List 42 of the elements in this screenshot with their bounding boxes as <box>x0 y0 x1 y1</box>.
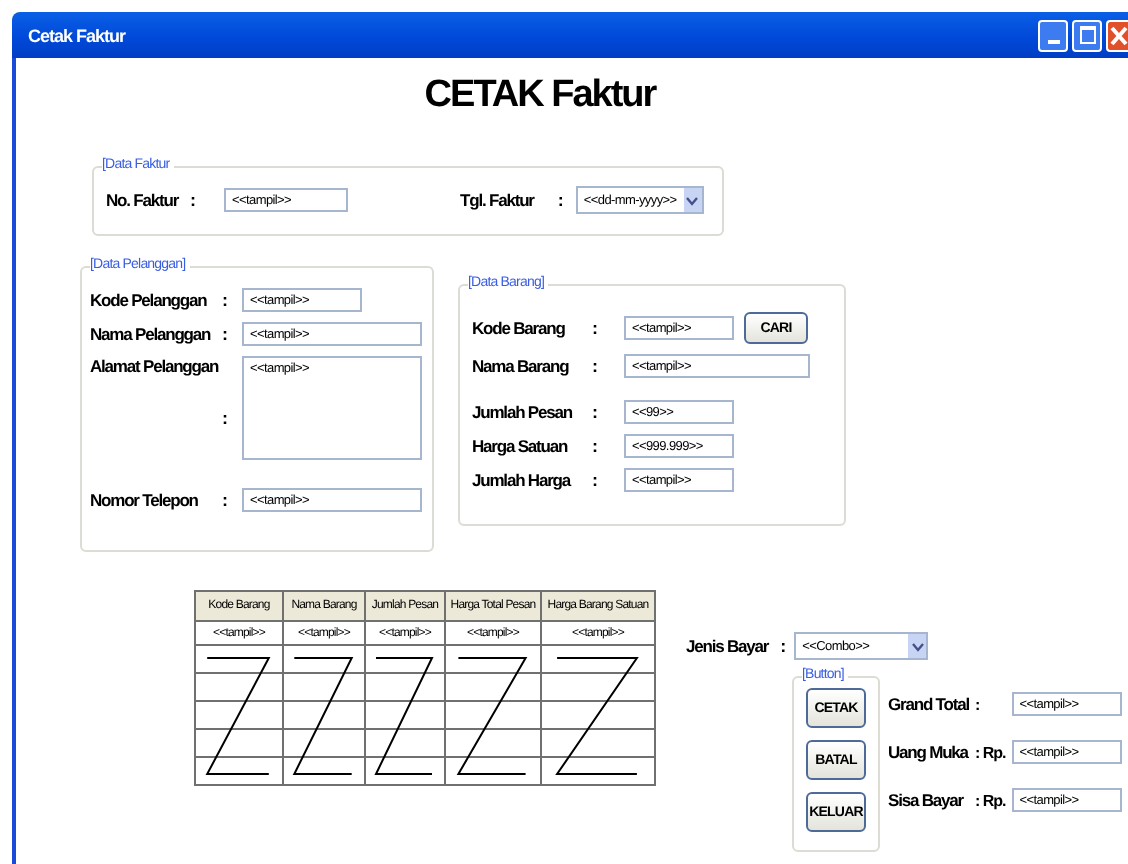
colon-label: : <box>222 490 230 510</box>
field-label: No. Faktur <box>106 190 179 210</box>
zigzag-line <box>456 657 528 775</box>
field-label: Jumlah Pesan <box>472 402 574 422</box>
currency-label: : Rp. <box>974 791 1006 809</box>
maximize-icon[interactable] <box>1072 19 1102 51</box>
close-icon[interactable] <box>1106 19 1128 51</box>
currency-label: : Rp. <box>974 743 1006 761</box>
colon-label: : <box>222 290 230 310</box>
field-label: Nama Barang <box>472 356 571 376</box>
chevron-icon <box>683 188 702 212</box>
minimize-icon[interactable] <box>1038 19 1068 51</box>
colon-label: : <box>222 407 230 427</box>
colon-label: : <box>780 636 787 656</box>
zigzag-line <box>374 657 434 775</box>
colon-label: : <box>190 190 197 210</box>
field-label: Kode Pelanggan <box>90 290 209 310</box>
zigzag-line <box>292 657 354 775</box>
field-label: Jumlah Harga <box>472 470 574 490</box>
colon-label: : <box>592 318 600 338</box>
colon-label: : <box>557 190 564 210</box>
field-label: Harga Satuan <box>472 436 570 456</box>
field-label: Sisa Bayar <box>888 790 966 810</box>
form-heading: CETAK Faktur <box>422 72 659 118</box>
colon-label: : <box>592 470 600 490</box>
window-title: Cetak Faktur <box>28 25 126 45</box>
field-label: Uang Muka <box>888 742 969 762</box>
field-label: Grand Total <box>888 694 969 714</box>
field-label: Nomor Telepon <box>90 490 200 510</box>
chevron-icon <box>908 634 927 658</box>
colon-label: : <box>592 436 600 456</box>
field-label: Jenis Bayar <box>686 636 769 656</box>
colon-label: : <box>592 402 600 422</box>
colon-label: : <box>592 356 600 376</box>
field-label: Alamat Pelanggan <box>90 356 221 376</box>
colon-label: : <box>222 324 230 344</box>
zigzag-line <box>205 657 271 775</box>
currency-label: : <box>974 695 982 713</box>
field-label: Tgl. Faktur <box>460 190 534 210</box>
zigzag-line <box>555 657 639 775</box>
field-label: Nama Pelanggan <box>90 324 213 344</box>
field-label: Kode Barang <box>472 318 567 338</box>
